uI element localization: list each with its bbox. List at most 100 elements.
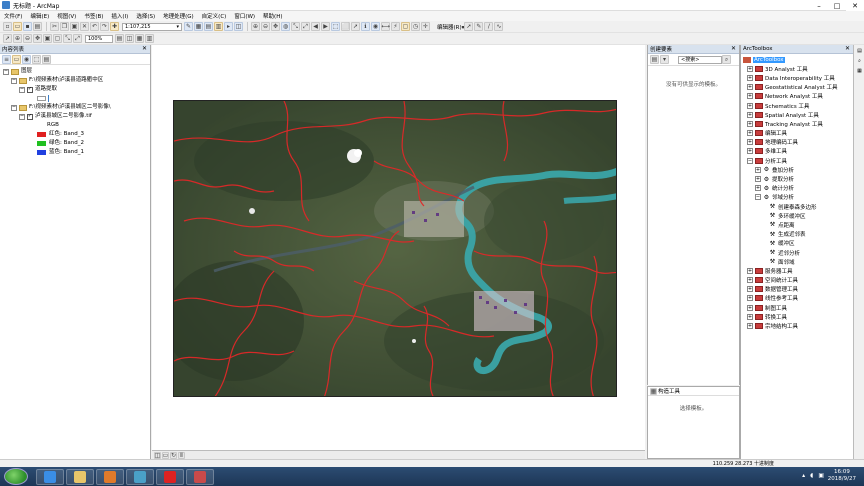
expand-icon[interactable]: + bbox=[755, 166, 761, 173]
toc-layer-roads[interactable]: − ✓ 道路提取 bbox=[3, 85, 147, 94]
cut-icon[interactable]: ✂ bbox=[50, 22, 59, 31]
toolbox-item[interactable]: + 宗地结构工具 bbox=[743, 321, 851, 330]
menu-customize[interactable]: 自定义(C) bbox=[198, 12, 231, 20]
toolbox-item[interactable]: + Tracking Analyst 工具 bbox=[743, 119, 851, 128]
close-button[interactable]: ✕ bbox=[846, 0, 864, 11]
toc-layer-image[interactable]: − ✓ 泸溪县城区二号影像.tif bbox=[3, 112, 147, 121]
layout-zoom-out-icon[interactable]: ⊖ bbox=[23, 34, 32, 43]
toolbox-item[interactable]: + Geostatistical Analyst 工具 bbox=[743, 83, 851, 92]
focus-frame-icon[interactable]: ◫ bbox=[125, 34, 134, 43]
select-elements-icon[interactable]: ➚ bbox=[351, 22, 360, 31]
back-extent-icon[interactable]: ◀ bbox=[311, 22, 320, 31]
layout-zoom-in-icon[interactable]: ⊕ bbox=[13, 34, 22, 43]
list-by-visibility-icon[interactable]: ◉ bbox=[22, 54, 31, 64]
menu-windows[interactable]: 窗口(W) bbox=[230, 12, 259, 20]
collapse-icon[interactable]: − bbox=[19, 86, 25, 93]
redo-icon[interactable]: ↷ bbox=[100, 22, 109, 31]
expand-icon[interactable]: + bbox=[747, 74, 753, 81]
collapse-icon[interactable]: − bbox=[747, 157, 753, 164]
expand-icon[interactable]: + bbox=[747, 304, 753, 311]
collapse-icon[interactable]: − bbox=[755, 194, 761, 201]
search-icon[interactable]: ⌕ bbox=[722, 55, 731, 64]
fixed-in-icon[interactable]: ⤡ bbox=[63, 34, 72, 43]
select-features-icon[interactable]: ⬚ bbox=[331, 22, 340, 31]
zoom-in-icon[interactable]: ⊕ bbox=[251, 22, 260, 31]
taskbar-explorer[interactable] bbox=[66, 468, 94, 485]
measure-icon[interactable]: ⟷ bbox=[381, 22, 390, 31]
filter-icon[interactable]: ▾ bbox=[660, 55, 669, 64]
save-icon[interactable]: ▪ bbox=[23, 22, 32, 31]
undo-icon[interactable]: ↶ bbox=[90, 22, 99, 31]
go-to-xy-icon[interactable]: ✛ bbox=[421, 22, 430, 31]
zoom-whole-page-icon[interactable]: ▣ bbox=[43, 34, 52, 43]
find-icon[interactable]: ◉ bbox=[371, 22, 380, 31]
collapse-icon[interactable]: − bbox=[11, 77, 17, 84]
taskbar-ie[interactable] bbox=[36, 468, 64, 485]
pause-drawing-icon[interactable]: Ⅱ bbox=[178, 451, 185, 459]
template-search-input[interactable]: <搜索> bbox=[678, 55, 722, 64]
taskbar-media[interactable] bbox=[96, 468, 124, 485]
search-tab-icon[interactable]: ⌕ bbox=[856, 58, 863, 65]
expand-icon[interactable]: + bbox=[747, 120, 753, 127]
expand-icon[interactable]: + bbox=[747, 84, 753, 91]
fixed-zoom-out-icon[interactable]: ⤢ bbox=[301, 22, 310, 31]
close-icon[interactable]: ✕ bbox=[731, 45, 736, 52]
results-tab-icon[interactable]: ▦ bbox=[856, 68, 863, 75]
toolbox-item[interactable]: + 地理编码工具 bbox=[743, 138, 851, 147]
data-view-icon[interactable]: ◫ bbox=[154, 451, 161, 459]
taskbar-arcmap[interactable] bbox=[186, 468, 214, 485]
menu-view[interactable]: 视图(V) bbox=[53, 12, 80, 20]
toolbox-item[interactable]: + Spatial Analyst 工具 bbox=[743, 110, 851, 119]
toolbox-item[interactable]: + 编辑工具 bbox=[743, 129, 851, 138]
expand-icon[interactable]: + bbox=[747, 277, 753, 284]
model-builder-icon[interactable]: ◫ bbox=[234, 22, 243, 31]
close-icon[interactable]: ✕ bbox=[142, 45, 147, 52]
open-icon[interactable]: ▭ bbox=[13, 22, 22, 31]
organize-templates-icon[interactable]: ▤ bbox=[650, 55, 659, 64]
toolbox-analysis[interactable]: − 分析工具 bbox=[743, 156, 851, 165]
edit-tool-icon[interactable]: ➚ bbox=[464, 22, 474, 31]
scale-dropdown[interactable]: 1:107,215 ▾ bbox=[122, 22, 182, 31]
toolbox-item[interactable]: + 空间统计工具 bbox=[743, 276, 851, 285]
expand-icon[interactable]: + bbox=[747, 323, 753, 330]
menu-insert[interactable]: 插入(I) bbox=[107, 12, 132, 20]
toolset-item[interactable]: + ⚙ 叠加分析 bbox=[743, 165, 851, 174]
toolbox-item[interactable]: + 多维工具 bbox=[743, 147, 851, 156]
expand-icon[interactable]: + bbox=[747, 295, 753, 302]
clear-selection-icon[interactable]: ⬜ bbox=[341, 22, 350, 31]
menu-file[interactable]: 文件(F) bbox=[0, 12, 26, 20]
toolbox-root[interactable]: ArcToolbox bbox=[743, 55, 851, 64]
expand-icon[interactable]: + bbox=[747, 286, 753, 293]
catalog-tab-icon[interactable]: ▤ bbox=[856, 48, 863, 55]
toolset-proximity[interactable]: − ⚙ 邻域分析 bbox=[743, 193, 851, 202]
expand-icon[interactable]: + bbox=[747, 130, 753, 137]
zoom-100-icon[interactable]: ▢ bbox=[53, 34, 62, 43]
expand-icon[interactable]: + bbox=[755, 176, 761, 183]
toolbox-item[interactable]: + 服务器工具 bbox=[743, 266, 851, 275]
toolbox-icon[interactable]: ▥ bbox=[214, 22, 223, 31]
tool-item[interactable]: ⚒ 创建泰森多边形 bbox=[743, 202, 851, 211]
menu-bookmarks[interactable]: 书签(B) bbox=[80, 12, 107, 20]
layout-view-icon[interactable]: ▭ bbox=[162, 451, 169, 459]
toggle-draft-icon[interactable]: ▤ bbox=[115, 34, 124, 43]
tool-item[interactable]: ⚒ 面邻域 bbox=[743, 257, 851, 266]
toolbox-item[interactable]: + 转换工具 bbox=[743, 312, 851, 321]
menu-help[interactable]: 帮助(H) bbox=[259, 12, 286, 20]
collapse-icon[interactable]: − bbox=[3, 68, 9, 75]
list-by-selection-icon[interactable]: ⬚ bbox=[32, 54, 41, 64]
toolbox-item[interactable]: + Data Interoperability 工具 bbox=[743, 73, 851, 82]
tool-item[interactable]: ⚒ 近邻分析 bbox=[743, 248, 851, 257]
close-icon[interactable]: ✕ bbox=[845, 45, 850, 52]
layer-visibility-checkbox[interactable]: ✓ bbox=[27, 113, 33, 120]
change-layout-icon[interactable]: ▦ bbox=[135, 34, 144, 43]
catalog-icon[interactable]: ▤ bbox=[204, 22, 213, 31]
list-by-source-icon[interactable]: ▭ bbox=[12, 54, 21, 64]
taskbar-recorder[interactable] bbox=[156, 468, 184, 485]
hyperlink-icon[interactable]: ⚡ bbox=[391, 22, 400, 31]
delete-icon[interactable]: ✕ bbox=[80, 22, 89, 31]
toc-root[interactable]: − 图层 bbox=[3, 67, 147, 76]
taskbar-clock[interactable]: 16:09 2018/9/27 bbox=[828, 469, 856, 483]
print-icon[interactable]: ▤ bbox=[33, 22, 42, 31]
add-data-icon[interactable]: ✚ bbox=[110, 22, 119, 31]
zoom-out-icon[interactable]: ⊖ bbox=[261, 22, 270, 31]
